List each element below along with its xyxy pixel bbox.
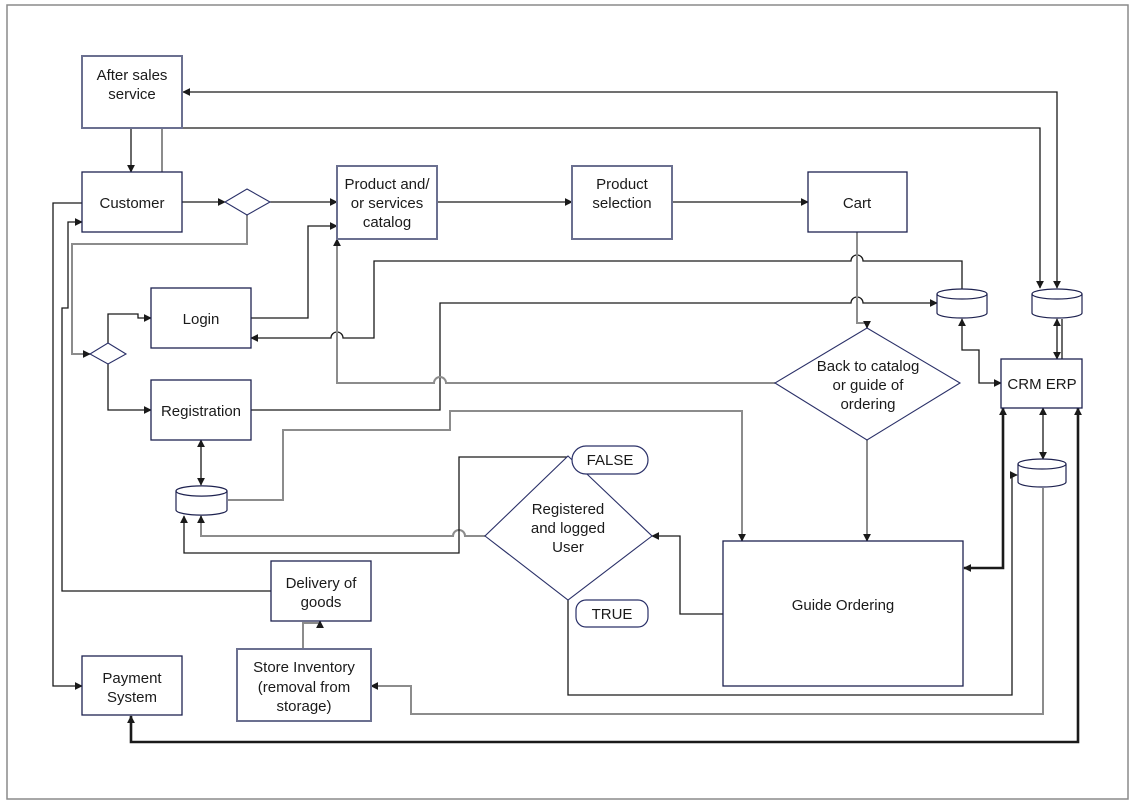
customer-label: Customer xyxy=(99,195,164,212)
node-catalog: Product and/ or services catalog xyxy=(336,165,438,240)
payment-label-2: System xyxy=(107,689,157,706)
login-label: Login xyxy=(183,311,220,328)
guide-ordering-label: Guide Ordering xyxy=(792,597,895,614)
back-to-catalog-label-1: Back to catalog xyxy=(817,358,920,375)
node-payment: Payment System xyxy=(81,655,183,716)
store-inventory-label-3: storage) xyxy=(276,698,331,715)
node-cart: Cart xyxy=(807,171,908,233)
database-icon xyxy=(1017,458,1067,488)
delivery-label-1: Delivery of xyxy=(286,575,358,592)
node-registration: Registration xyxy=(150,379,252,441)
catalog-label-1: Product and/ xyxy=(344,176,430,193)
store-inventory-label-1: Store Inventory xyxy=(253,659,355,676)
node-crm-erp: CRM ERP xyxy=(1000,358,1083,409)
back-to-catalog-label-2: or guide of xyxy=(833,377,905,394)
node-customer: Customer xyxy=(81,171,183,233)
product-selection-label-1: Product xyxy=(596,176,649,193)
flowchart-canvas: After sales service Customer Product and… xyxy=(6,4,1129,800)
store-inventory-label-2: (removal from xyxy=(258,679,351,696)
true-badge: TRUE xyxy=(575,599,649,628)
registration-label: Registration xyxy=(161,403,241,420)
database-icon xyxy=(1031,288,1083,319)
database-icon xyxy=(175,485,228,516)
database-icon xyxy=(936,288,988,319)
payment-label-1: Payment xyxy=(102,670,162,687)
node-product-selection: Product selection xyxy=(571,165,673,240)
product-selection-label-2: selection xyxy=(592,195,651,212)
false-label: FALSE xyxy=(587,452,634,469)
node-guide-ordering: Guide Ordering xyxy=(722,540,964,687)
after-sales-label-1: After sales xyxy=(97,67,168,84)
after-sales-label-2: service xyxy=(108,86,156,103)
false-badge: FALSE xyxy=(571,445,649,475)
node-delivery: Delivery of goods xyxy=(270,560,372,622)
node-after-sales: After sales service xyxy=(81,55,183,129)
node-store-inventory: Store Inventory (removal from storage) xyxy=(236,648,372,722)
cart-label: Cart xyxy=(843,195,872,212)
true-label: TRUE xyxy=(592,606,633,623)
node-login: Login xyxy=(150,287,252,349)
catalog-label-3: catalog xyxy=(363,214,411,231)
registered-user-label-3: User xyxy=(552,539,584,556)
crm-erp-label: CRM ERP xyxy=(1007,376,1076,393)
catalog-label-2: or services xyxy=(351,195,424,212)
back-to-catalog-label-3: ordering xyxy=(840,396,895,413)
registered-user-label-1: Registered xyxy=(532,501,605,518)
delivery-label-2: goods xyxy=(301,594,342,611)
registered-user-label-2: and logged xyxy=(531,520,605,537)
